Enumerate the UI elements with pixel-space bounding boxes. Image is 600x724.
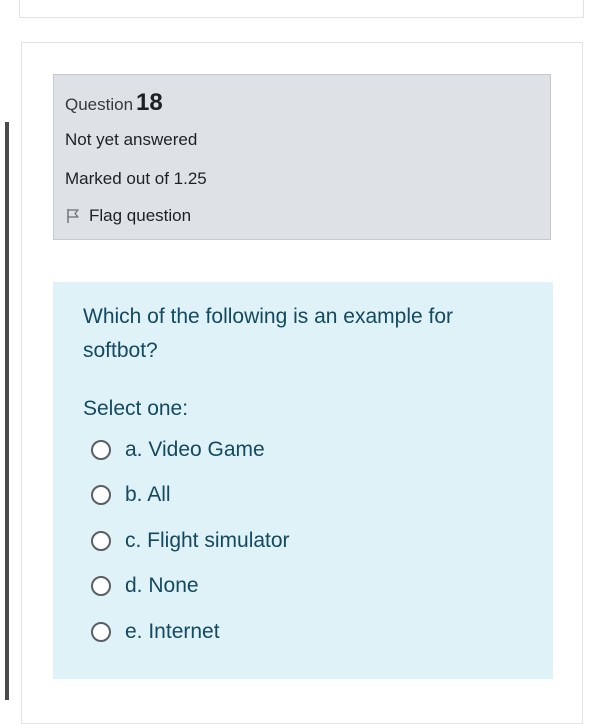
question-text: Which of the following is an example for… [83,305,454,362]
question-number: 18 [136,89,163,116]
radio-button[interactable] [91,531,111,551]
radio-button[interactable] [91,440,111,460]
answer-option-e[interactable]: e. Internet [91,619,220,645]
previous-question-card [19,0,584,18]
flag-question-label: Flag question [89,206,192,225]
question-formulation: Which of the following is an example for… [53,282,553,679]
question-heading: Question 18 [65,89,163,117]
answer-option-a[interactable]: a. Video Game [91,437,265,463]
question-state: Not yet answered [65,130,198,149]
question-info-panel: Question 18 Not yet answered Marked out o… [53,74,551,240]
scrollbar[interactable] [5,122,9,700]
answer-option-d[interactable]: d. None [91,573,199,599]
answer-option-label: e. Internet [125,620,220,643]
answer-option-label: b. All [125,483,171,506]
flag-icon [67,209,79,223]
answer-option-b[interactable]: b. All [91,482,171,508]
question-grade: Marked out of 1.25 [65,169,207,188]
flag-question-link[interactable]: Flag question [65,206,191,226]
answer-option-label: c. Flight simulator [125,529,290,552]
select-one-prompt: Select one: [83,397,189,420]
radio-button[interactable] [91,622,111,642]
question-label: Question [65,95,134,114]
answer-option-c[interactable]: c. Flight simulator [91,528,290,554]
radio-button[interactable] [91,576,111,596]
answer-option-label: d. None [125,574,199,597]
answer-option-label: a. Video Game [125,438,265,461]
radio-button[interactable] [91,485,111,505]
